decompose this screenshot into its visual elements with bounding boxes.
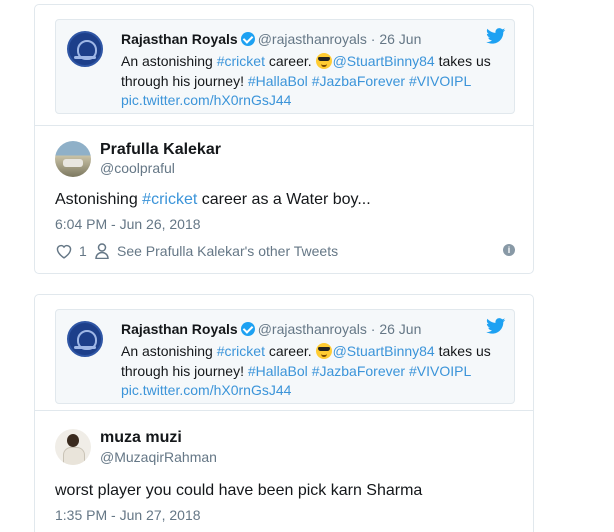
quoted-tweet-date[interactable]: · 26 Jun	[371, 321, 422, 337]
info-icon[interactable]: i	[503, 244, 515, 256]
other-tweets-link[interactable]: See Prafulla Kalekar's other Tweets	[117, 243, 338, 259]
hashtag-link[interactable]: #cricket	[217, 53, 265, 69]
hashtag-link[interactable]: #JazbaForever	[312, 363, 405, 379]
tweet-text: Astonishing #cricket career as a Water b…	[55, 191, 371, 209]
mention-link[interactable]: @StuartBinny84	[333, 343, 435, 359]
rajasthan-royals-avatar[interactable]	[67, 321, 103, 357]
hashtag-link[interactable]: #JazbaForever	[312, 73, 405, 89]
hashtag-link[interactable]: #VIVOIPL	[409, 73, 471, 89]
quoted-author-name[interactable]: Rajasthan Royals	[121, 321, 238, 337]
hashtag-link[interactable]: #HallaBol	[248, 363, 308, 379]
hashtag-link[interactable]: #HallaBol	[248, 73, 308, 89]
twitter-bird-icon[interactable]	[486, 318, 506, 334]
author-handle[interactable]: @MuzaqirRahman	[100, 449, 217, 465]
tweet-timestamp[interactable]: 6:04 PM - Jun 26, 2018	[55, 216, 201, 232]
tweet-text-segment: Astonishing	[55, 191, 143, 208]
verified-badge-icon	[240, 32, 255, 46]
person-icon	[95, 243, 109, 259]
pic-link[interactable]: pic.twitter.com/hX0rnGsJ44	[121, 382, 291, 398]
quoted-text-segment: career.	[264, 343, 316, 359]
avatar[interactable]	[55, 141, 91, 177]
mention-link[interactable]: @StuartBinny84	[333, 53, 435, 69]
quoted-text-segment: An astonishing	[121, 343, 217, 359]
author-name[interactable]: muza muzi	[100, 429, 182, 447]
tweet-embed: Rajasthan Royals @rajasthanroyals · 26 Ju…	[34, 294, 534, 532]
verified-badge-icon	[240, 322, 255, 336]
sunglasses-emoji-icon	[315, 53, 332, 69]
quoted-tweet-header: Rajasthan Royals @rajasthanroyals · 26 Ju…	[121, 30, 421, 47]
author-handle[interactable]: @coolpraful	[100, 160, 175, 176]
hashtag-link[interactable]: #cricket	[142, 191, 197, 208]
author-name[interactable]: Prafulla Kalekar	[100, 141, 221, 159]
quoted-tweet-header: Rajasthan Royals @rajasthanroyals · 26 Ju…	[121, 320, 421, 337]
hashtag-link[interactable]: #VIVOIPL	[409, 363, 471, 379]
hashtag-link[interactable]: #cricket	[217, 343, 265, 359]
tweet-actions: 1 See Prafulla Kalekar's other Tweets i	[55, 241, 515, 261]
tweet-timestamp[interactable]: 1:35 PM - Jun 27, 2018	[55, 507, 201, 523]
quoted-author-name[interactable]: Rajasthan Royals	[121, 31, 238, 47]
quoted-tweet[interactable]: Rajasthan Royals @rajasthanroyals · 26 Ju…	[55, 309, 515, 404]
like-count[interactable]: 1	[79, 243, 87, 259]
rajasthan-royals-avatar[interactable]	[67, 31, 103, 67]
quoted-tweet-text: An astonishing #cricket career. @StuartB…	[121, 340, 506, 401]
quoted-author-handle[interactable]: @rajasthanroyals	[258, 31, 367, 47]
divider	[35, 125, 533, 126]
quoted-author-handle[interactable]: @rajasthanroyals	[258, 321, 367, 337]
quoted-text-segment: An astonishing	[121, 53, 217, 69]
quoted-tweet-text: An astonishing #cricket career. @StuartB…	[121, 50, 506, 111]
tweet-embed: Rajasthan Royals @rajasthanroyals · 26 Ju…	[34, 4, 534, 274]
quoted-text-segment: career.	[264, 53, 316, 69]
quoted-tweet-date[interactable]: · 26 Jun	[371, 31, 422, 47]
twitter-bird-icon[interactable]	[486, 28, 506, 44]
quoted-tweet[interactable]: Rajasthan Royals @rajasthanroyals · 26 Ju…	[55, 19, 515, 114]
pic-link[interactable]: pic.twitter.com/hX0rnGsJ44	[121, 92, 291, 108]
sunglasses-emoji-icon	[315, 343, 332, 359]
divider	[35, 410, 533, 411]
tweet-text: worst player you could have been pick ka…	[55, 482, 423, 499]
avatar[interactable]	[55, 429, 91, 465]
heart-icon[interactable]	[55, 243, 73, 259]
tweet-text-segment: career as a Water boy...	[197, 191, 371, 208]
